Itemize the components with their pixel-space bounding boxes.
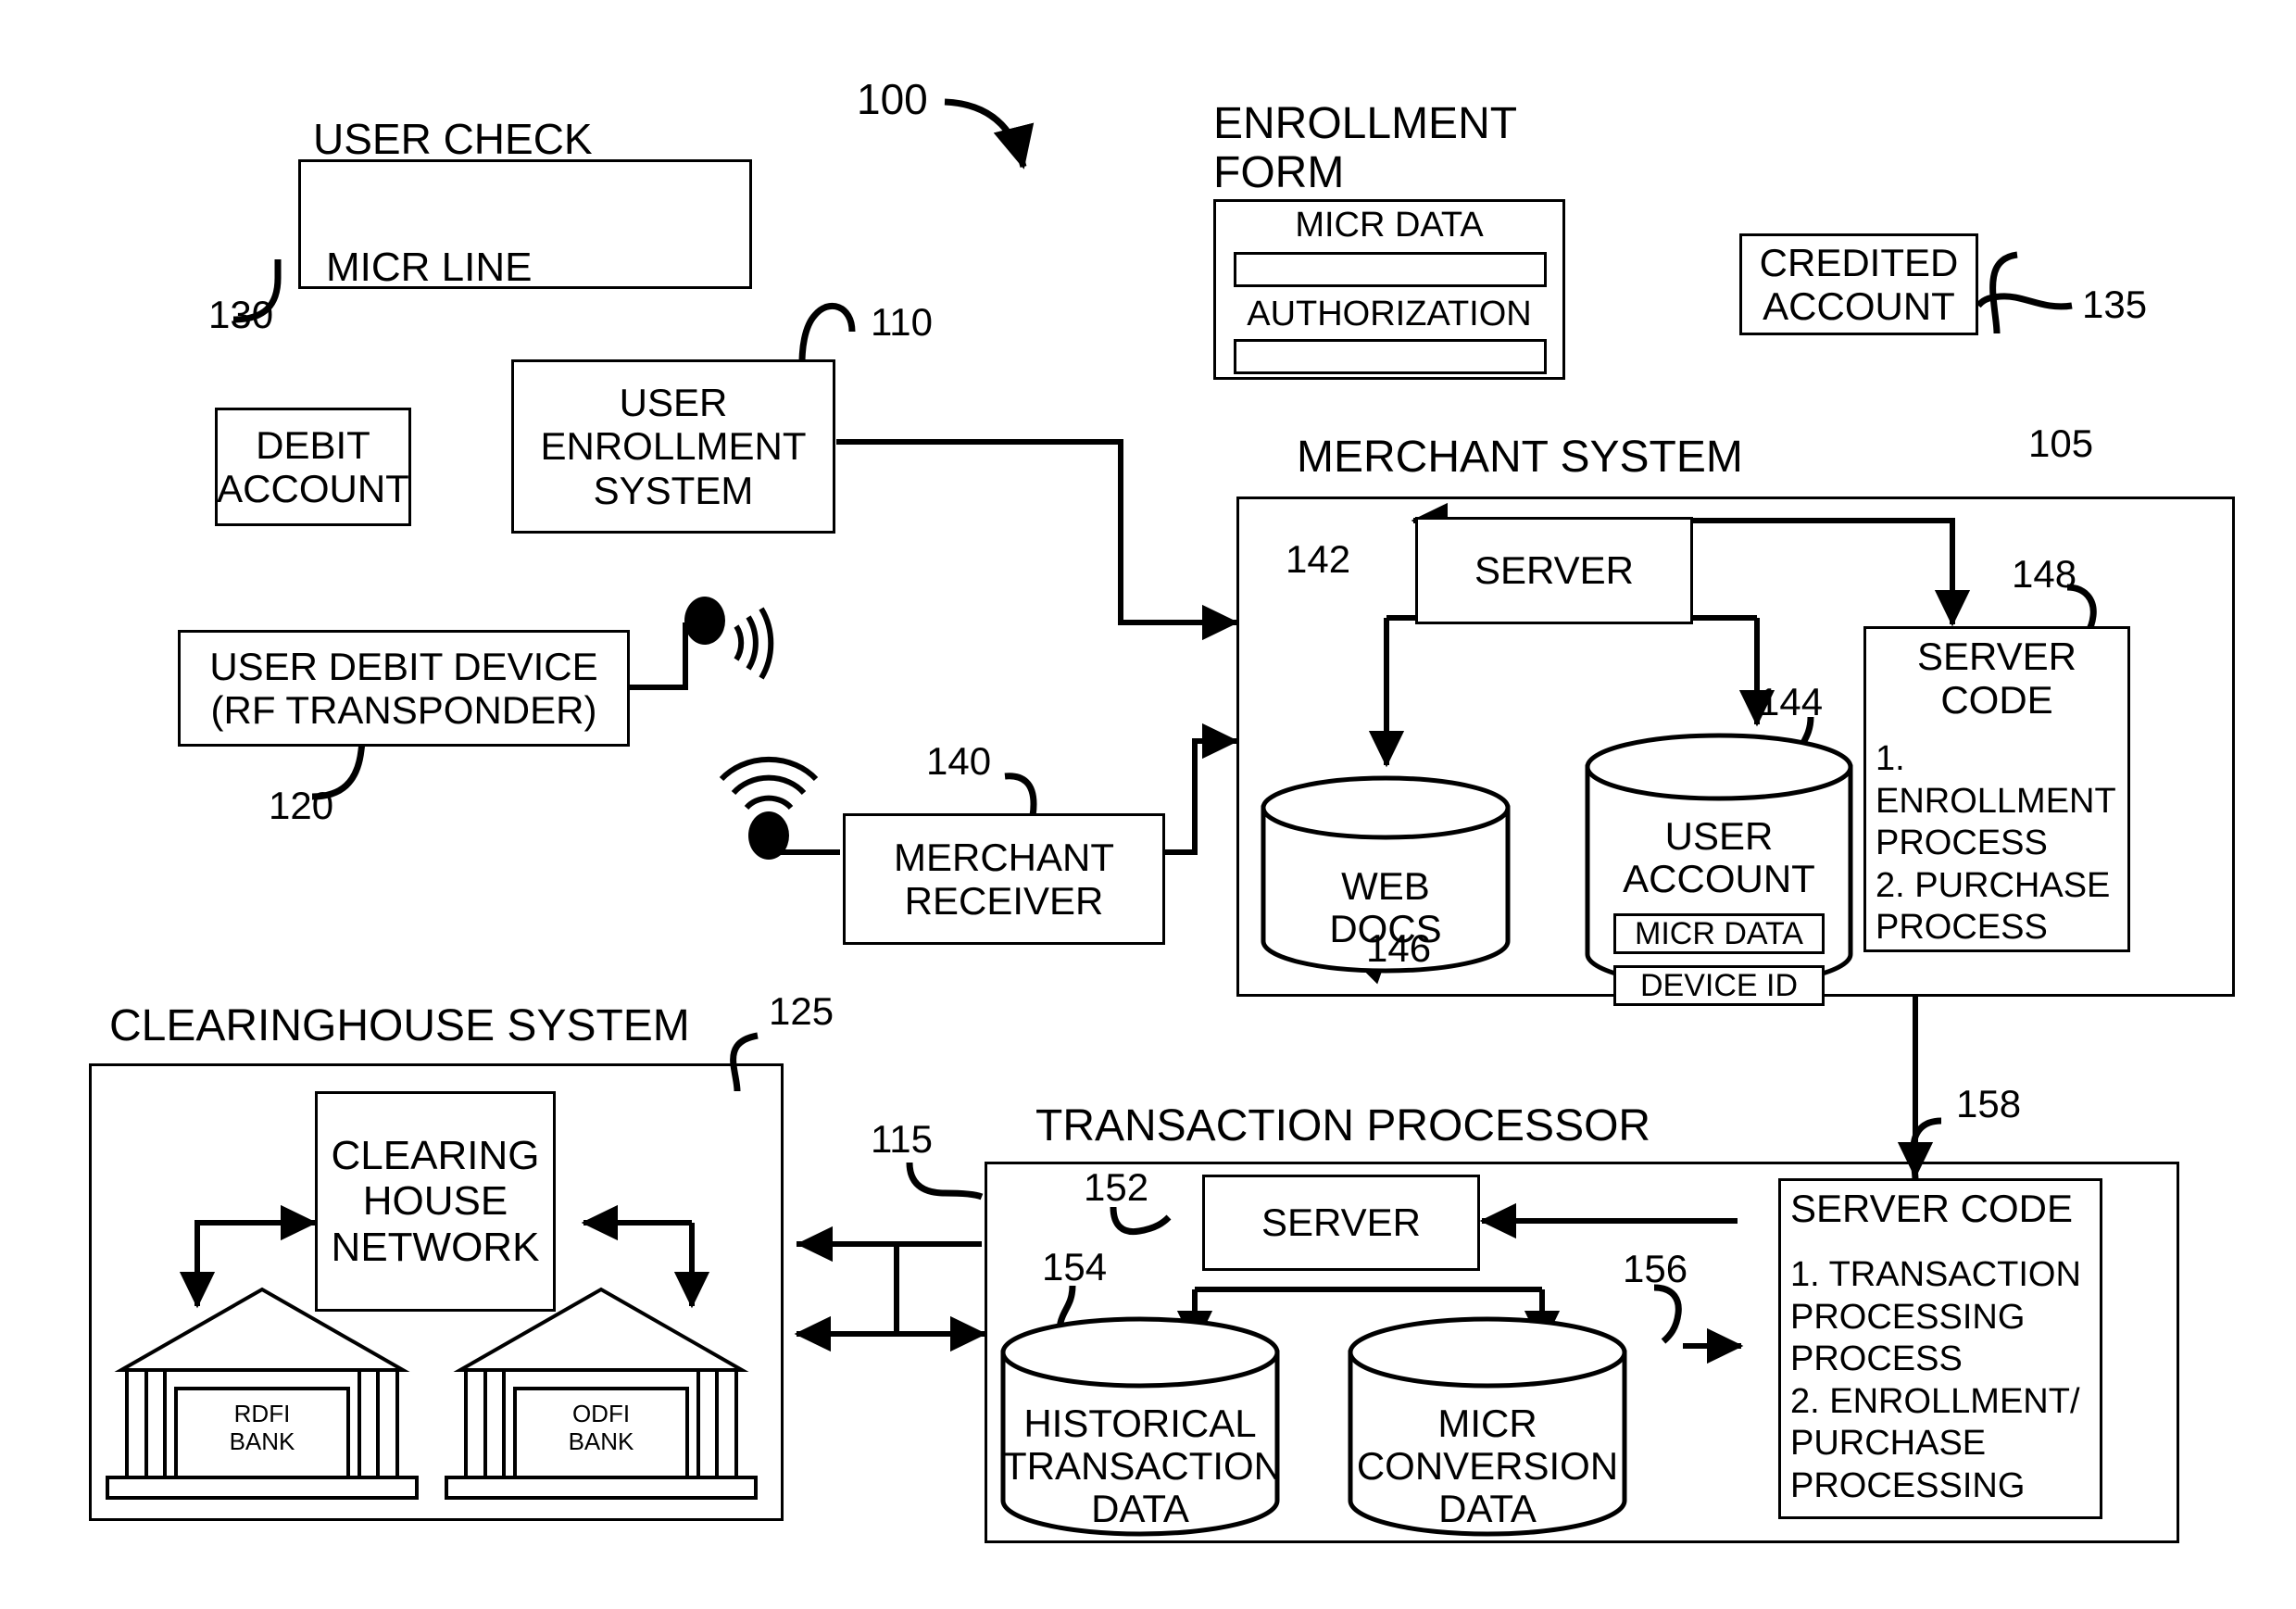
merchant-system-title: MERCHANT SYSTEM [1297, 433, 1743, 482]
user-check-title: USER CHECK [313, 115, 593, 163]
reference-154: 154 [1042, 1245, 1108, 1288]
figure-reference-100: 100 [857, 75, 928, 123]
patent-figure-page: 100 USER CHECK MICR LINE ENROLLMENT FORM… [0, 0, 2296, 1609]
merchant-server-code-box[interactable]: SERVER CODE 1. ENROLLMENT PROCESS 2. PUR… [1863, 626, 2130, 952]
merchant-server-box[interactable]: SERVER [1415, 517, 1693, 624]
reference-115: 115 [871, 1117, 933, 1161]
reference-152: 152 [1084, 1165, 1149, 1209]
user-debit-device-box[interactable]: USER DEBIT DEVICE (RF TRANSPONDER) [178, 630, 630, 747]
user-account-field-device-id: DEVICE ID [1613, 965, 1825, 1006]
rf-antenna-merchant [719, 756, 819, 860]
reference-120: 120 [269, 784, 334, 827]
clearing-house-network-box[interactable]: CLEARING HOUSE NETWORK [315, 1091, 556, 1312]
enrollment-micr-data-field[interactable] [1234, 252, 1547, 287]
historical-transaction-cylinder[interactable]: HISTORICAL TRANSACTION DATA [1003, 1352, 1283, 1534]
tp-server-code-line-1: 1. TRANSACTION PROCESSING PROCESS [1790, 1255, 2081, 1379]
micr-line-label: MICR LINE [326, 245, 533, 290]
reference-130: 130 [208, 293, 274, 336]
rdfi-bank-name: RDFI BANK [229, 1400, 295, 1455]
reference-105: 105 [2028, 421, 2094, 465]
rf-antenna-user [684, 597, 774, 680]
micr-conversion-label: MICR CONVERSION DATA [1356, 1402, 1619, 1531]
transaction-processor-title: TRANSACTION PROCESSOR [1035, 1101, 1651, 1150]
reference-158: 158 [1956, 1082, 2022, 1125]
user-account-cylinder[interactable]: USER ACCOUNT MICR DATA DEVICE ID [1587, 767, 1851, 1006]
tp-server-code-line-2: 2. ENROLLMENT/ PURCHASE PROCESSING [1790, 1381, 2080, 1505]
merchant-server-code-line-2: 2. PURCHASE PROCESS [1876, 865, 2111, 948]
reference-146: 146 [1366, 926, 1432, 970]
debit-account-box[interactable]: DEBIT ACCOUNT [215, 408, 411, 526]
transaction-processor-server-code-box[interactable]: SERVER CODE 1. TRANSACTION PROCESSING PR… [1778, 1178, 2102, 1519]
reference-125: 125 [769, 989, 834, 1033]
enrollment-authorization-field[interactable] [1234, 339, 1547, 374]
tp-server-code-title: SERVER CODE [1790, 1187, 2073, 1230]
reference-140: 140 [926, 739, 992, 783]
user-account-label: USER ACCOUNT [1623, 814, 1815, 901]
credited-account-box[interactable]: CREDITED ACCOUNT [1739, 233, 1978, 335]
reference-142: 142 [1286, 537, 1351, 581]
reference-156: 156 [1623, 1247, 1688, 1290]
user-enrollment-system-box[interactable]: USER ENROLLMENT SYSTEM [511, 359, 835, 534]
user-account-field-micr-data: MICR DATA [1613, 913, 1825, 954]
odfi-bank-name: ODFI BANK [568, 1400, 634, 1455]
reference-144: 144 [1758, 680, 1824, 723]
transaction-processor-server-box[interactable]: SERVER [1202, 1175, 1480, 1271]
merchant-server-code-title: SERVER CODE [1917, 635, 2076, 723]
enrollment-authorization-label: AUTHORIZATION [1247, 295, 1532, 333]
enrollment-form-title: ENROLLMENT FORM [1213, 99, 1518, 197]
reference-110: 110 [871, 300, 933, 344]
enrollment-micr-data-label: MICR DATA [1295, 206, 1484, 245]
merchant-receiver-box[interactable]: MERCHANT RECEIVER [843, 813, 1165, 945]
merchant-server-code-line-1: 1. ENROLLMENT PROCESS [1876, 739, 2116, 863]
reference-148: 148 [2012, 552, 2077, 596]
clearinghouse-system-title: CLEARINGHOUSE SYSTEM [109, 1001, 690, 1050]
reference-135: 135 [2082, 283, 2148, 326]
micr-conversion-cylinder[interactable]: MICR CONVERSION DATA [1350, 1352, 1625, 1534]
historical-transaction-label: HISTORICAL TRANSACTION DATA [1003, 1402, 1283, 1531]
